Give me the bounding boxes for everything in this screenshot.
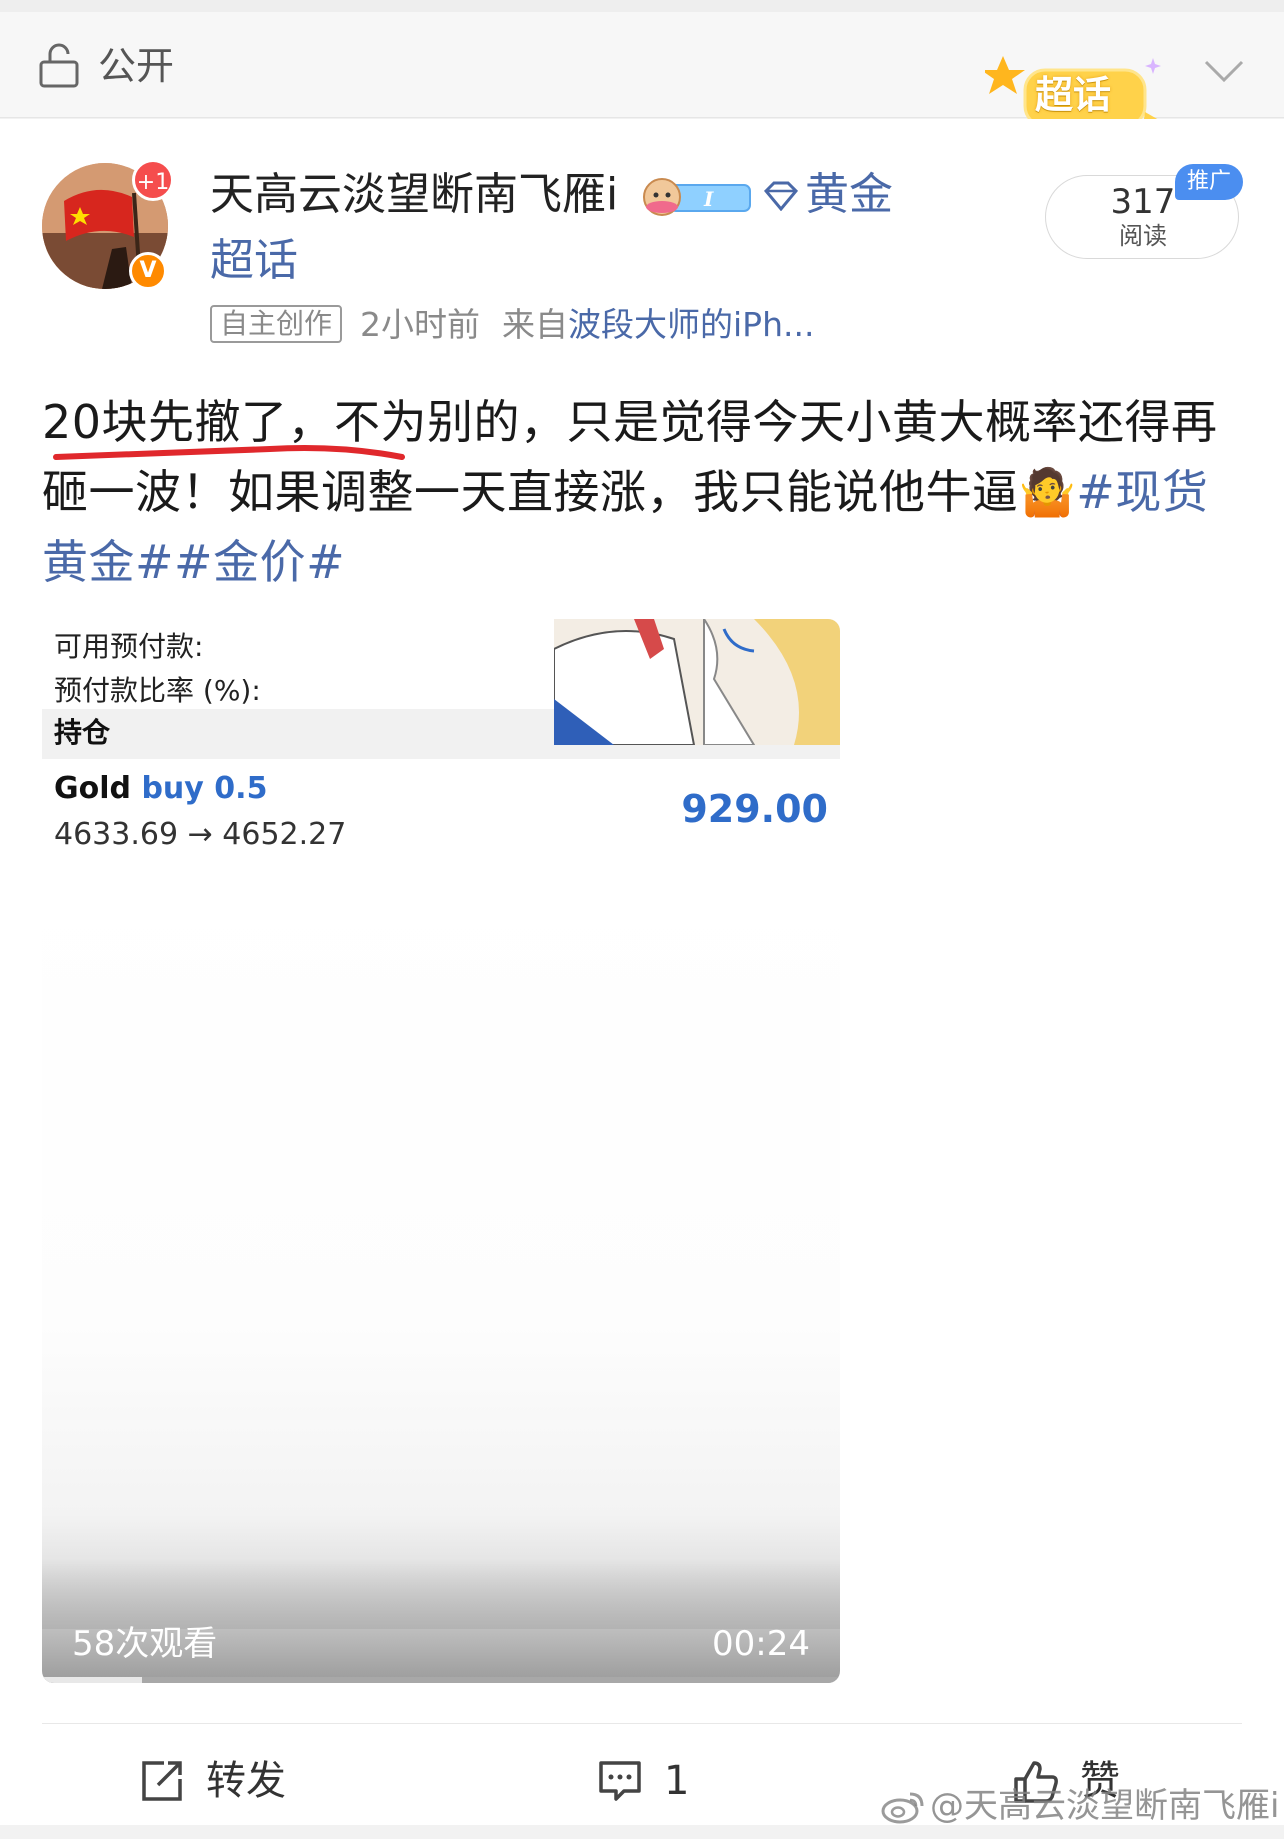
comment-button[interactable]: 1 <box>598 1751 718 1811</box>
read-label: 阅读 <box>1119 222 1167 250</box>
notification-badge: +1 <box>132 159 174 201</box>
chaohua-link[interactable]: 超话 <box>210 233 298 289</box>
repost-label: 转发 <box>206 1758 286 1804</box>
post-header-bar: 公开 超话 <box>0 12 1284 128</box>
trade-side: buy <box>141 771 204 806</box>
svg-text:I: I <box>703 187 714 211</box>
position-profit: 929.00 <box>681 787 828 831</box>
video-progress-track[interactable] <box>42 1677 840 1683</box>
post-body: 20块先撤了，不为别的，只是觉得今天小黄大概率还得再砸一波！如果调整一天直接涨，… <box>42 387 1242 597</box>
level-label[interactable]: 黄金 <box>805 167 893 223</box>
video-duration: 00:24 <box>712 1624 810 1664</box>
weibo-post-card: +1 V 天高云淡望断南飞雁i I 黄金 超话 自主创作 2小时前 来自波段大师的i… <box>0 119 1284 1825</box>
source-link[interactable]: 波段大师的iPh... <box>568 305 814 344</box>
shrug-emoji: 🤷 <box>1018 465 1077 519</box>
comment-icon <box>599 1761 641 1801</box>
unlock-icon[interactable] <box>38 42 82 90</box>
repost-button[interactable]: 转发 <box>140 1751 300 1811</box>
position-symbol: Gold buy 0.5 <box>54 769 267 809</box>
symbol-name: Gold <box>54 771 131 806</box>
fan-medal-icon[interactable]: I <box>640 173 752 219</box>
trade-volume: 0.5 <box>214 771 268 806</box>
holdings-label: 持仓 <box>54 716 111 749</box>
original-content-tag: 自主创作 <box>210 305 343 343</box>
source-prefix: 来自 <box>502 305 569 344</box>
verified-badge: V <box>129 252 167 290</box>
visibility-label[interactable]: 公开 <box>98 42 174 90</box>
anime-sticker-image <box>554 619 840 745</box>
video-player[interactable]: 可用预付款: 预付款比率 (%): 持仓 Gold buy 0.5 4633.6… <box>42 619 840 1683</box>
view-count: 58次观看 <box>72 1624 218 1664</box>
repost-icon <box>142 1761 182 1801</box>
position-prices: 4633.69 → 4652.27 <box>54 815 346 855</box>
hashtag-gold-price[interactable]: #金价# <box>174 535 345 589</box>
price-arrow: → <box>187 817 213 852</box>
diamond-icon <box>763 181 799 211</box>
video-progress-fill <box>42 1677 142 1683</box>
weibo-logo-icon <box>881 1792 924 1824</box>
open-price: 4633.69 <box>54 817 179 852</box>
post-time: 2小时前 <box>360 305 481 344</box>
margin-ratio-label: 预付款比率 (%): <box>54 674 261 707</box>
watermark: @天高云淡望断南飞雁i <box>930 1786 1280 1826</box>
comment-count: 1 <box>664 1758 690 1804</box>
available-margin-label: 可用预付款: <box>54 630 204 663</box>
video-frame-fade <box>42 869 840 1629</box>
red-underline-annotation <box>53 445 405 460</box>
current-price: 4652.27 <box>222 817 347 852</box>
action-divider <box>42 1723 1242 1724</box>
top-strip <box>0 0 1284 12</box>
chevron-down-icon[interactable] <box>1204 58 1244 84</box>
chaohua-badge-label: 超话 <box>1035 73 1112 117</box>
post-meta: 自主创作 2小时前 来自波段大师的iPh... <box>210 305 814 345</box>
promote-badge[interactable]: 推广 <box>1175 164 1243 200</box>
author-name[interactable]: 天高云淡望断南飞雁i <box>210 167 618 223</box>
